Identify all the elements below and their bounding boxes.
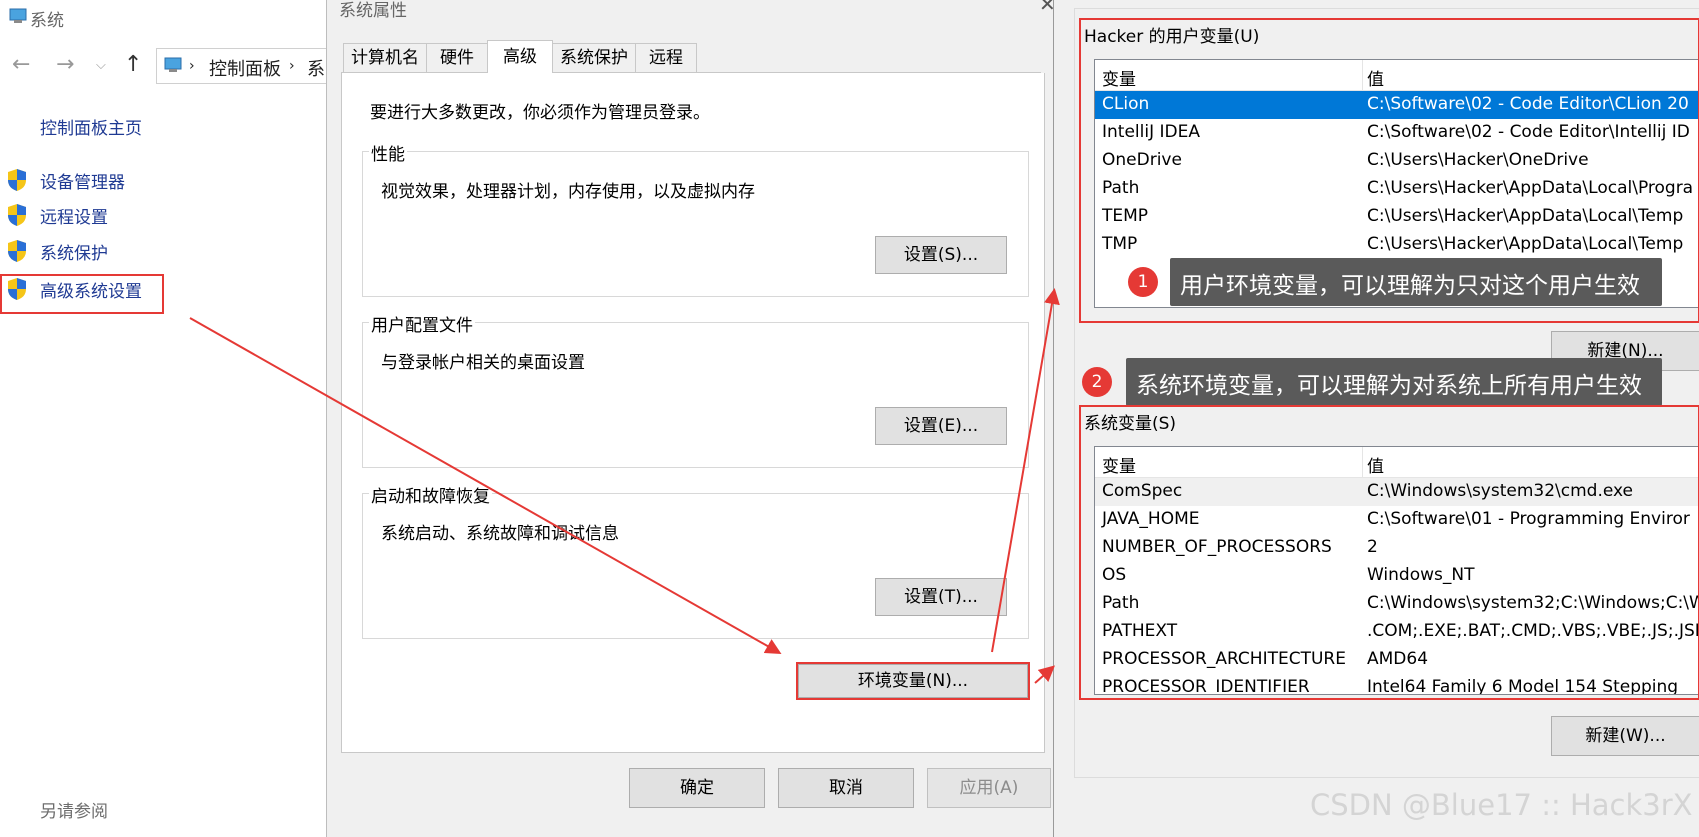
chevron-right-icon: › — [289, 58, 295, 74]
callout-text: 用户环境变量，可以理解为只对这个用户生效 — [1180, 273, 1640, 299]
tab-advanced[interactable]: 高级 — [487, 40, 553, 74]
shield-icon — [8, 204, 26, 226]
forward-arrow-icon[interactable]: → — [56, 52, 74, 77]
group-description: 与登录帐户相关的桌面设置 — [381, 353, 585, 373]
link-label: 远程设置 — [40, 208, 108, 228]
tab-hardware[interactable]: 硬件 — [426, 43, 488, 72]
tab-remote[interactable]: 远程 — [635, 43, 697, 72]
dialog-title: 系统属性 — [339, 1, 407, 21]
callout-badge-2: 2 — [1082, 367, 1112, 397]
ok-button[interactable]: 确定 — [629, 768, 765, 808]
control-panel-home-link[interactable]: 控制面板主页 — [40, 114, 142, 139]
control-panel-icon — [164, 57, 182, 72]
performance-group: 性能 视觉效果，处理器计划，内存使用，以及虚拟内存 设置(S)... — [362, 140, 1029, 297]
computer-icon — [9, 8, 27, 23]
cancel-button[interactable]: 取消 — [778, 768, 914, 808]
system-protection-link[interactable]: 系统保护 — [8, 239, 108, 264]
device-manager-link[interactable]: 设备管理器 — [8, 168, 125, 193]
group-description: 系统启动、系统故障和调试信息 — [381, 524, 619, 544]
chevron-right-icon: › — [189, 58, 195, 74]
watermark: CSDN @Blue17 :: Hack3rX — [1310, 788, 1693, 822]
user-profiles-group: 用户配置文件 与登录帐户相关的桌面设置 设置(E)... — [362, 311, 1029, 468]
tab-system-protection[interactable]: 系统保护 — [552, 43, 636, 72]
chevron-down-icon[interactable]: ⌵ — [96, 58, 106, 73]
callout-user-env: 用户环境变量，可以理解为只对这个用户生效 — [1170, 258, 1662, 306]
tab-computer-name[interactable]: 计算机名 — [343, 43, 427, 72]
up-arrow-icon[interactable]: ↑ — [124, 52, 142, 77]
group-label: 启动和故障恢复 — [369, 482, 492, 507]
group-label: 性能 — [369, 140, 407, 165]
window-title: 系统 — [30, 11, 64, 31]
breadcrumb-current[interactable]: 系 — [307, 55, 325, 81]
breadcrumb-root[interactable]: 控制面板 — [209, 55, 281, 81]
control-panel-window: 系统 ← → ⌵ ↑ › 控制面板 › 系 控制面板主页 设备管理器 远程设置 … — [0, 0, 337, 837]
performance-settings-button[interactable]: 设置(S)... — [875, 236, 1007, 274]
link-label: 设备管理器 — [40, 173, 125, 193]
group-description: 视觉效果，处理器计划，内存使用，以及虚拟内存 — [381, 182, 755, 202]
shield-icon — [8, 169, 26, 191]
environment-variables-dialog: Hacker 的用户变量(U) 变量 值 CLion C:\Software\02… — [1053, 0, 1699, 837]
remote-settings-link[interactable]: 远程设置 — [8, 203, 108, 228]
highlight-box-env-button — [796, 662, 1030, 700]
see-also-heading: 另请参阅 — [40, 802, 108, 822]
startup-recovery-group: 启动和故障恢复 系统启动、系统故障和调试信息 设置(T)... — [362, 482, 1029, 639]
apply-button[interactable]: 应用(A) — [927, 768, 1051, 808]
system-properties-dialog: 系统属性 ✕ 计算机名 硬件 高级 系统保护 远程 要进行大多数更改，你必须作为… — [326, 0, 1057, 837]
callout-system-env: 系统环境变量，可以理解为对系统上所有用户生效 — [1126, 358, 1662, 406]
shield-icon — [8, 240, 26, 262]
highlight-box-system-variables — [1079, 405, 1699, 700]
admin-note: 要进行大多数更改，你必须作为管理员登录。 — [370, 103, 710, 123]
startup-recovery-settings-button[interactable]: 设置(T)... — [875, 578, 1007, 616]
back-arrow-icon[interactable]: ← — [12, 52, 30, 77]
user-profiles-settings-button[interactable]: 设置(E)... — [875, 407, 1007, 445]
system-new-button[interactable]: 新建(W)... — [1551, 716, 1699, 756]
link-label: 系统保护 — [40, 244, 108, 264]
callout-text: 系统环境变量，可以理解为对系统上所有用户生效 — [1136, 373, 1642, 399]
group-label: 用户配置文件 — [369, 311, 475, 336]
address-bar[interactable]: › 控制面板 › 系 — [156, 48, 337, 84]
highlight-box-advanced-settings — [0, 274, 164, 314]
callout-badge-1: 1 — [1128, 267, 1158, 297]
